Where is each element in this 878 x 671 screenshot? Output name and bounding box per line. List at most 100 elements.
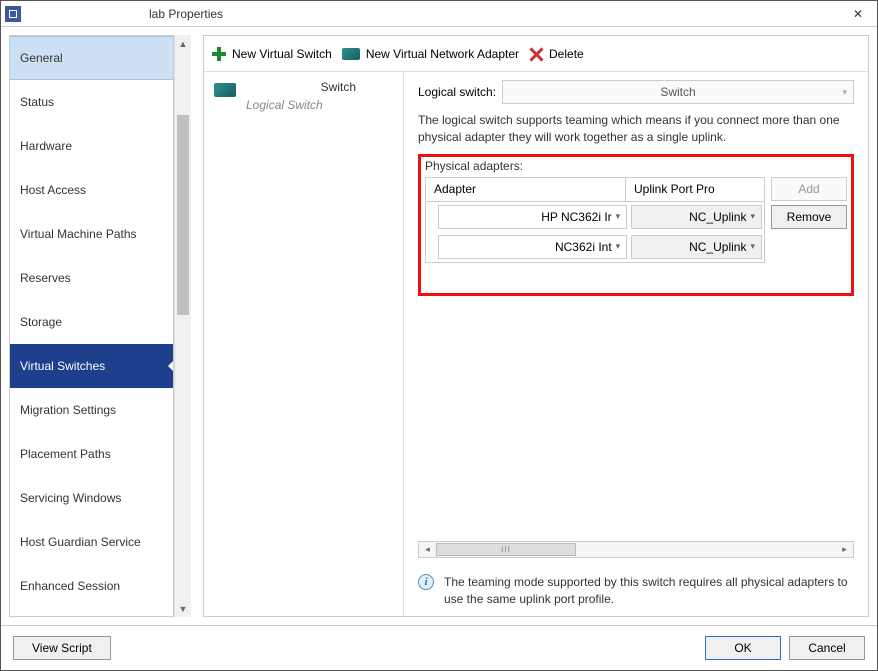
description-text: The logical switch supports teaming whic… — [418, 112, 854, 146]
cancel-button[interactable]: Cancel — [789, 636, 865, 660]
switch-subtitle-label: Logical Switch — [246, 94, 356, 112]
sidebar-item-vm-paths[interactable]: Virtual Machine Paths — [10, 212, 173, 256]
window-icon — [5, 6, 21, 22]
sidebar-item-label: Hardware — [20, 139, 72, 153]
horizontal-scrollbar[interactable]: ◂ III ▸ — [418, 541, 854, 558]
chevron-down-icon: ▾ — [750, 241, 755, 252]
switch-list-item[interactable]: Switch Logical Switch — [204, 72, 403, 120]
info-row: i The teaming mode supported by this swi… — [418, 574, 854, 608]
footer: View Script OK Cancel — [1, 625, 877, 670]
sidebar-item-status[interactable]: Status — [10, 80, 173, 124]
dropdown-value: NC_Uplink — [689, 210, 746, 224]
sidebar-item-label: Virtual Machine Paths — [20, 227, 137, 241]
sidebar-item-hardware[interactable]: Hardware — [10, 124, 173, 168]
add-button[interactable]: Add — [771, 177, 847, 201]
view-script-button[interactable]: View Script — [13, 636, 111, 660]
scroll-up-icon[interactable]: ▲ — [175, 35, 191, 52]
table-row[interactable]: NC362i Int ▾ NC_Uplink ▾ — [426, 232, 764, 262]
header-uplink[interactable]: Uplink Port Pro — [626, 178, 764, 201]
sidebar: General Status Hardware Host Access Virt… — [9, 35, 174, 617]
header-adapter[interactable]: Adapter — [426, 178, 626, 201]
sidebar-item-label: Virtual Switches — [20, 359, 105, 373]
ok-button[interactable]: OK — [705, 636, 781, 660]
info-text: The teaming mode supported by this switc… — [444, 574, 854, 608]
content-container: New Virtual Switch New Virtual Network A… — [191, 27, 877, 625]
physical-adapters-label: Physical adapters: — [425, 159, 847, 173]
physical-adapters-group: Physical adapters: Adapter Uplink Port P… — [418, 154, 854, 296]
scroll-left-icon[interactable]: ◂ — [419, 544, 436, 555]
toolbar: New Virtual Switch New Virtual Network A… — [204, 36, 868, 72]
scroll-thumb[interactable] — [177, 115, 189, 315]
switch-names: Switch Logical Switch — [246, 80, 356, 112]
sidebar-item-migration[interactable]: Migration Settings — [10, 388, 173, 432]
sidebar-item-label: Status — [20, 95, 54, 109]
adapter-dropdown[interactable]: HP NC362i Ir▾ — [438, 205, 627, 229]
sidebar-item-reserves[interactable]: Reserves — [10, 256, 173, 300]
sidebar-item-label: Reserves — [20, 271, 71, 285]
button-label: Add — [798, 182, 819, 196]
chevron-down-icon: ▾ — [616, 241, 621, 252]
sidebar-item-virtual-switches[interactable]: Virtual Switches — [10, 344, 173, 388]
table-side-buttons: Add Remove — [771, 177, 847, 263]
window-title: lab Properties — [29, 7, 843, 21]
button-label: OK — [734, 641, 751, 655]
sidebar-item-label: Host Access — [20, 183, 86, 197]
sidebar-item-host-guardian[interactable]: Host Guardian Service — [10, 520, 173, 564]
detail-pane: Logical switch: Switch The logical switc… — [404, 72, 868, 616]
button-label: View Script — [32, 641, 92, 655]
scroll-track[interactable]: III — [436, 542, 836, 557]
logical-switch-label: Logical switch: — [418, 85, 496, 99]
sidebar-scrollbar[interactable]: ▲ ▼ — [174, 35, 191, 617]
sidebar-item-enhanced-session[interactable]: Enhanced Session — [10, 564, 173, 608]
adapter-dropdown[interactable]: NC362i Int ▾ — [438, 235, 627, 259]
logical-switch-select[interactable]: Switch — [502, 80, 854, 104]
info-icon: i — [418, 574, 434, 590]
remove-button[interactable]: Remove — [771, 205, 847, 229]
scroll-right-icon[interactable]: ▸ — [836, 544, 853, 555]
switch-icon — [214, 83, 236, 97]
scroll-thumb[interactable]: III — [436, 543, 576, 556]
toolbar-label: New Virtual Switch — [232, 47, 332, 61]
chevron-down-icon: ▾ — [750, 211, 755, 222]
dropdown-value: NC_Uplink — [689, 240, 746, 254]
sidebar-item-label: General — [20, 51, 63, 65]
sidebar-item-host-access[interactable]: Host Access — [10, 168, 173, 212]
sidebar-container: General Status Hardware Host Access Virt… — [1, 27, 191, 625]
sidebar-item-label: Migration Settings — [20, 403, 116, 417]
switch-list: Switch Logical Switch — [204, 72, 404, 616]
new-virtual-switch-button[interactable]: New Virtual Switch — [212, 47, 332, 61]
sidebar-item-servicing[interactable]: Servicing Windows — [10, 476, 173, 520]
content-panel: New Virtual Switch New Virtual Network A… — [203, 35, 869, 617]
plus-icon — [212, 47, 226, 61]
logical-switch-value: Switch — [660, 85, 695, 99]
close-icon[interactable]: ✕ — [843, 7, 873, 21]
dropdown-value: NC362i Int — [555, 240, 612, 254]
delete-button[interactable]: Delete — [529, 47, 584, 61]
sidebar-item-general[interactable]: General — [10, 36, 173, 80]
table-row[interactable]: HP NC362i Ir▾ NC_Uplink ▾ — [426, 202, 764, 232]
content-body: Switch Logical Switch Logical switch: Sw… — [204, 72, 868, 616]
sidebar-item-placement[interactable]: Placement Paths — [10, 432, 173, 476]
switch-name-label: Switch — [246, 80, 356, 94]
table-header: Adapter Uplink Port Pro — [426, 178, 764, 202]
scroll-down-icon[interactable]: ▼ — [175, 600, 191, 617]
logical-switch-row: Logical switch: Switch — [418, 80, 854, 104]
button-label: Remove — [787, 210, 832, 224]
uplink-dropdown[interactable]: NC_Uplink ▾ — [631, 235, 762, 259]
sidebar-item-label: Placement Paths — [20, 447, 111, 461]
sidebar-item-storage[interactable]: Storage — [10, 300, 173, 344]
main-area: General Status Hardware Host Access Virt… — [1, 27, 877, 625]
sidebar-item-label: Servicing Windows — [20, 491, 121, 505]
adapter-grid: Adapter Uplink Port Pro HP NC362i Ir▾ NC… — [425, 177, 847, 263]
sidebar-item-label: Storage — [20, 315, 62, 329]
sidebar-item-label: Enhanced Session — [20, 579, 120, 593]
delete-icon — [529, 47, 543, 61]
new-virtual-network-adapter-button[interactable]: New Virtual Network Adapter — [342, 47, 519, 61]
adapter-icon — [342, 48, 360, 60]
chevron-down-icon: ▾ — [616, 211, 621, 222]
uplink-dropdown[interactable]: NC_Uplink ▾ — [631, 205, 762, 229]
sidebar-item-label: Host Guardian Service — [20, 535, 141, 549]
toolbar-label: Delete — [549, 47, 584, 61]
titlebar: lab Properties ✕ — [1, 1, 877, 27]
toolbar-label: New Virtual Network Adapter — [366, 47, 519, 61]
